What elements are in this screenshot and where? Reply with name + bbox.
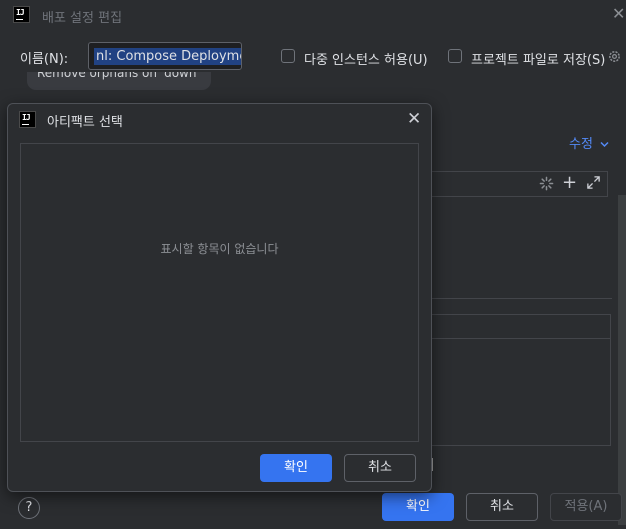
select-artifact-dialog: IJ 아티팩트 선택 ✕ 표시할 항목이 없습니다 확인 취소 <box>7 103 432 492</box>
close-icon[interactable]: ✕ <box>407 109 421 129</box>
help-button[interactable]: ? <box>18 497 40 519</box>
name-input[interactable]: nl: Compose Deployment <box>88 42 242 70</box>
modal-ok-button[interactable]: 확인 <box>260 454 332 482</box>
allow-multiple-checkbox[interactable] <box>281 49 295 63</box>
text-cursor <box>432 458 433 471</box>
table-header-divider <box>430 338 611 339</box>
artifact-field[interactable] <box>430 171 608 197</box>
empty-state-text: 표시할 항목이 없습니다 <box>160 242 279 256</box>
plus-icon[interactable]: + <box>562 172 577 193</box>
modal-cancel-button[interactable]: 취소 <box>344 454 416 482</box>
modal-title: 아티팩트 선택 <box>47 115 123 130</box>
name-input-value: nl: Compose Deployment <box>94 48 241 65</box>
scrollbar[interactable] <box>618 195 626 525</box>
close-icon[interactable]: ✕ <box>612 4 625 23</box>
ok-button[interactable]: 확인 <box>382 493 454 521</box>
gear-icon[interactable] <box>607 49 622 64</box>
chevron-down-icon <box>600 141 609 148</box>
background-table <box>430 314 611 446</box>
store-project-checkbox[interactable] <box>448 49 462 63</box>
intellij-logo-icon: IJ <box>19 111 36 128</box>
allow-multiple-label[interactable]: 다중 인스턴스 허용(U) <box>304 49 428 68</box>
artifact-list[interactable]: 표시할 항목이 없습니다 <box>20 143 419 442</box>
modify-label: 수정 <box>569 137 593 152</box>
tag-text: Remove orphans on 'down' <box>37 72 200 80</box>
background-dialog-title: 배포 설정 편집 <box>42 11 123 26</box>
expand-icon[interactable] <box>586 175 601 190</box>
modify-options-link[interactable]: 수정 <box>569 133 609 152</box>
spinner-icon <box>539 176 554 191</box>
name-label: 이름(N): <box>20 52 69 67</box>
tag-pill: Remove orphans on 'down' <box>27 72 211 90</box>
intellij-logo-icon: IJ <box>13 6 30 23</box>
separator <box>430 298 612 299</box>
cancel-button[interactable]: 취소 <box>466 493 538 521</box>
store-project-label[interactable]: 프로젝트 파일로 저장(S) <box>471 49 605 68</box>
apply-button[interactable]: 적용(A) <box>550 493 622 521</box>
